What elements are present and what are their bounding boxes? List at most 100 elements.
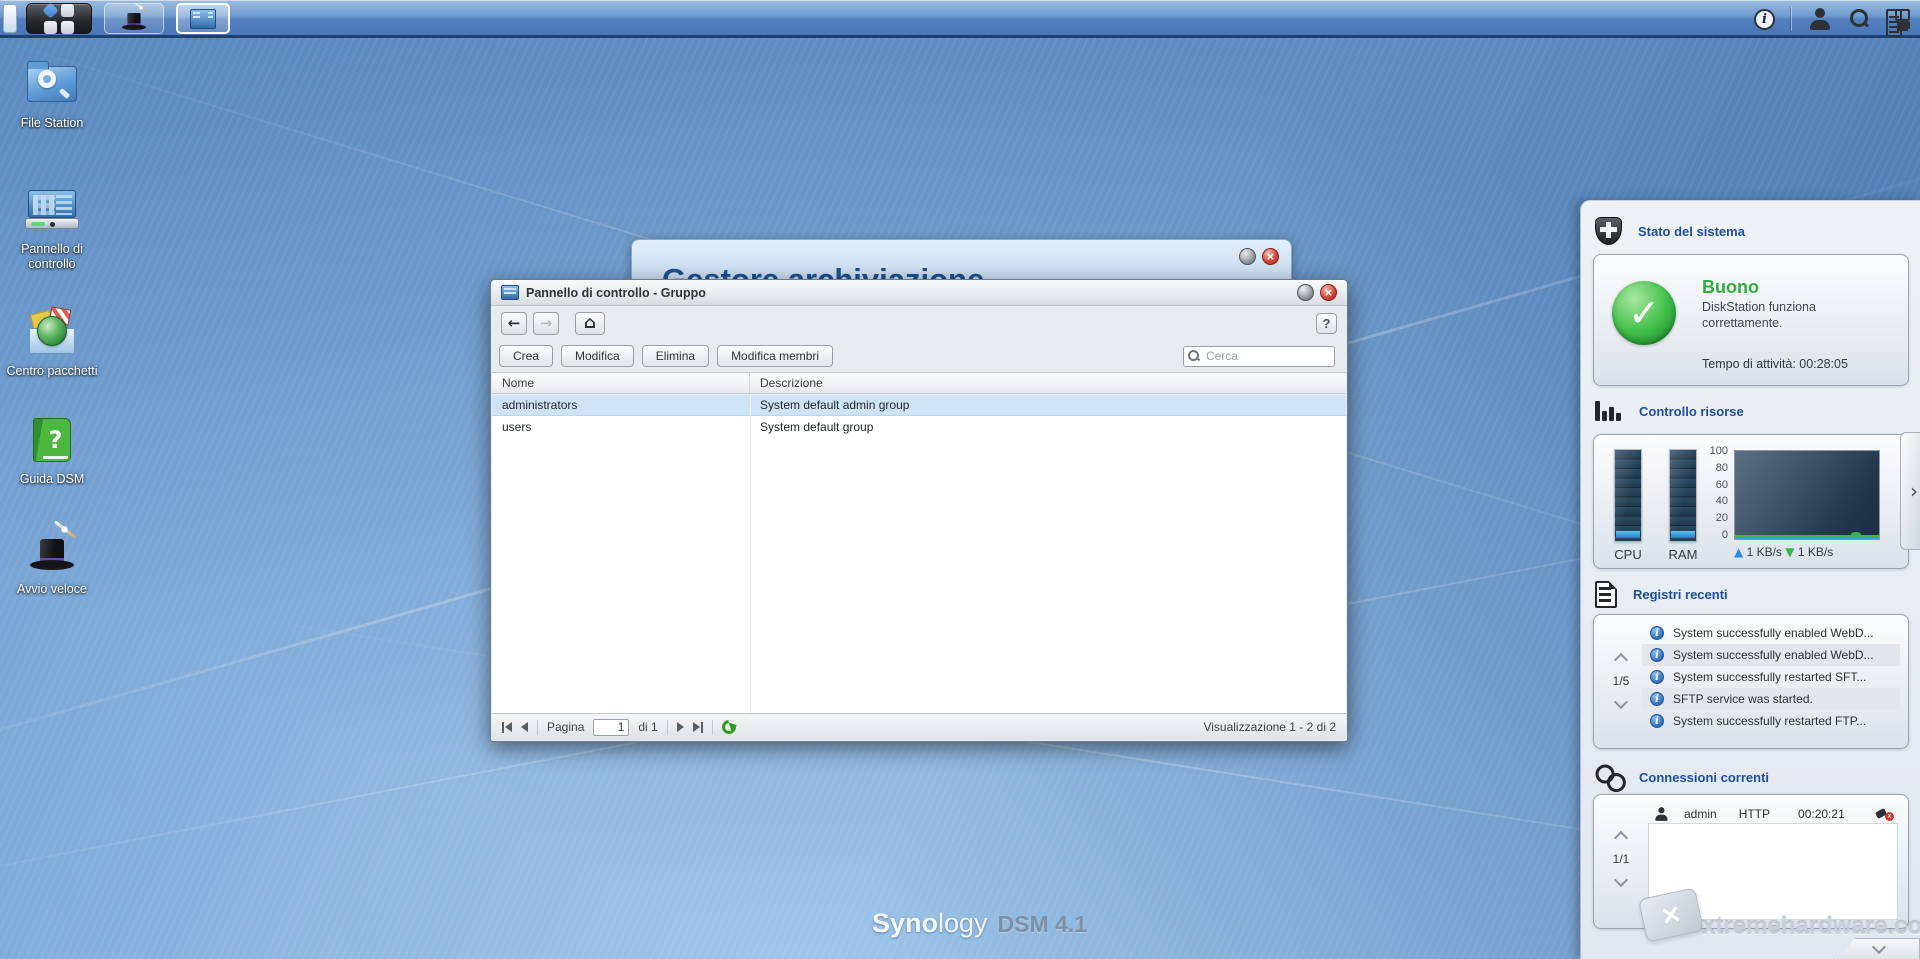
create-button[interactable]: Crea	[499, 345, 554, 367]
connections-page-down-button[interactable]	[1613, 872, 1629, 888]
desktop-icon-quick-start[interactable]: Avvio veloce	[4, 520, 100, 597]
column-header-descrizione[interactable]: Descrizione	[750, 373, 1346, 393]
search-icon[interactable]	[1848, 8, 1870, 30]
resource-monitor-icon	[1595, 399, 1623, 423]
logs-pager-count: 1/5	[1612, 674, 1630, 688]
network-rates: ▲ 1 KB/s ▼ 1 KB/s	[1734, 545, 1833, 559]
recent-logs-title: Registri recenti	[1633, 587, 1728, 602]
logo-brand-bold: Syno	[872, 908, 939, 938]
desktop-icon-control-panel[interactable]: Pannello di controllo	[4, 184, 100, 272]
disconnect-icon[interactable]: x	[1876, 807, 1894, 821]
logo-brand-rest: logy	[938, 908, 988, 938]
next-page-button[interactable]	[676, 722, 684, 732]
search-input[interactable]	[1183, 345, 1335, 367]
log-entry[interactable]: i System successfully enabled WebD...	[1642, 644, 1900, 666]
info-icon: i	[1650, 714, 1664, 728]
recent-logs-icon	[1595, 581, 1617, 608]
cell-group-desc: System default group	[760, 420, 874, 434]
edit-button[interactable]: Modifica	[561, 345, 634, 367]
table-row[interactable]: users System default group	[492, 416, 1346, 438]
minimize-button[interactable]	[1297, 284, 1314, 301]
minimize-button[interactable]	[1239, 248, 1256, 265]
desktop-icon-label: Avvio veloce	[17, 582, 87, 596]
network-chart-y-axis: 100 80 60 40 20 0	[1709, 445, 1728, 541]
user-icon	[1654, 807, 1669, 821]
upload-line	[1735, 537, 1879, 539]
window-titlebar[interactable]: Pannello di controllo - Gruppo ×	[491, 280, 1347, 306]
close-button[interactable]: ×	[1262, 248, 1279, 265]
control-panel-icon	[501, 285, 519, 300]
back-button[interactable]: ←	[501, 311, 527, 335]
download-arrow-icon: ▼	[1785, 545, 1795, 559]
system-status-title: Stato del sistema	[1638, 223, 1745, 239]
desktop-icon-dsm-help[interactable]: ? Guida DSM	[4, 414, 100, 487]
uptime-text: Tempo di attività: 00:28:05	[1702, 357, 1848, 371]
connections-icon	[1593, 761, 1625, 793]
pagination-status: Visualizzazione 1 - 2 di 2	[1203, 720, 1336, 734]
log-text: System successfully restarted FTP...	[1673, 714, 1867, 728]
search-box	[1183, 345, 1335, 367]
log-text: SFTP service was started.	[1673, 692, 1813, 706]
log-text: System successfully restarted SFT...	[1673, 670, 1867, 684]
resource-monitor-panel: CPU RAM 100 80 60 40 20 0 ▲ 1 KB/s ▼ 1 K…	[1593, 432, 1920, 569]
log-entry[interactable]: i System successfully restarted SFT...	[1642, 666, 1900, 688]
file-station-icon	[24, 58, 80, 110]
log-entry[interactable]: i SFTP service was started.	[1642, 688, 1900, 710]
last-page-button[interactable]	[692, 721, 703, 733]
edit-members-button[interactable]: Modifica membri	[717, 345, 834, 367]
table-header[interactable]: Nome Descrizione	[492, 373, 1346, 394]
table-row[interactable]: administrators System default admin grou…	[492, 394, 1346, 416]
cpu-meter	[1614, 449, 1642, 542]
logs-page-down-button[interactable]	[1613, 694, 1629, 710]
ram-label: RAM	[1668, 547, 1698, 562]
taskbar-quick-start-button[interactable]	[104, 2, 164, 34]
download-rate: 1 KB/s	[1797, 545, 1834, 559]
connections-pager-count: 1/1	[1612, 852, 1630, 866]
user-menu-icon[interactable]	[1808, 8, 1832, 30]
divider	[711, 719, 713, 735]
desktop-icon-label: File Station	[20, 116, 84, 130]
desktop-icon-file-station[interactable]: File Station	[4, 58, 100, 131]
system-info-icon[interactable]: i	[1754, 8, 1775, 30]
logs-page-up-button[interactable]	[1613, 652, 1629, 668]
control-panel-icon	[24, 184, 80, 236]
magic-hat-icon	[119, 2, 150, 33]
previous-page-button[interactable]	[521, 722, 528, 732]
connections-title: Connessioni correnti	[1639, 769, 1770, 785]
recent-logs-panel: 1/5 i System successfully enabled WebD..…	[1593, 614, 1909, 749]
refresh-button[interactable]	[718, 717, 739, 737]
column-header-nome[interactable]: Nome	[492, 373, 750, 393]
download-spike	[1851, 532, 1861, 537]
connections-page-up-button[interactable]	[1613, 830, 1629, 846]
desktop-icon-package-center[interactable]: Centro pacchetti	[4, 306, 100, 379]
column-divider	[750, 394, 751, 713]
log-text: System successfully enabled WebD...	[1673, 626, 1874, 640]
main-menu-button[interactable]	[26, 1, 92, 34]
help-button[interactable]: ?	[1316, 312, 1337, 334]
cell-group-name: administrators	[502, 398, 578, 412]
info-icon: i	[1650, 692, 1664, 706]
log-entry[interactable]: i System successfully restarted FTP...	[1642, 710, 1900, 732]
home-button[interactable]: ⌂	[575, 311, 605, 335]
forward-button[interactable]: →	[533, 311, 559, 335]
info-icon: i	[1650, 648, 1664, 662]
divider	[537, 719, 538, 735]
connection-time: 00:20:21	[1798, 807, 1845, 821]
taskbar: i	[0, 0, 1920, 38]
expand-resource-monitor-button[interactable]: ›	[1900, 432, 1920, 550]
connection-row[interactable]: admin HTTP 00:20:21 x	[1654, 803, 1894, 825]
system-status-panel: ✓ Buono DiskStation funziona correttamen…	[1593, 254, 1909, 386]
pilot-view-icon[interactable]	[1886, 9, 1910, 37]
info-icon: i	[1650, 670, 1664, 684]
close-button[interactable]: ×	[1320, 284, 1337, 301]
window-toolbar: Crea Modifica Elimina Modifica membri	[491, 340, 1347, 372]
window-navbar: ← → ⌂ ?	[491, 306, 1347, 340]
page-number-input[interactable]	[593, 718, 630, 736]
first-page-button[interactable]	[502, 721, 512, 733]
show-desktop-button[interactable]	[3, 4, 17, 33]
page-label: Pagina	[547, 720, 585, 734]
delete-button[interactable]: Elimina	[641, 345, 710, 367]
taskbar-control-panel-button[interactable]	[176, 3, 230, 34]
package-center-icon	[24, 306, 80, 358]
log-entry[interactable]: i System successfully enabled WebD...	[1642, 622, 1900, 644]
